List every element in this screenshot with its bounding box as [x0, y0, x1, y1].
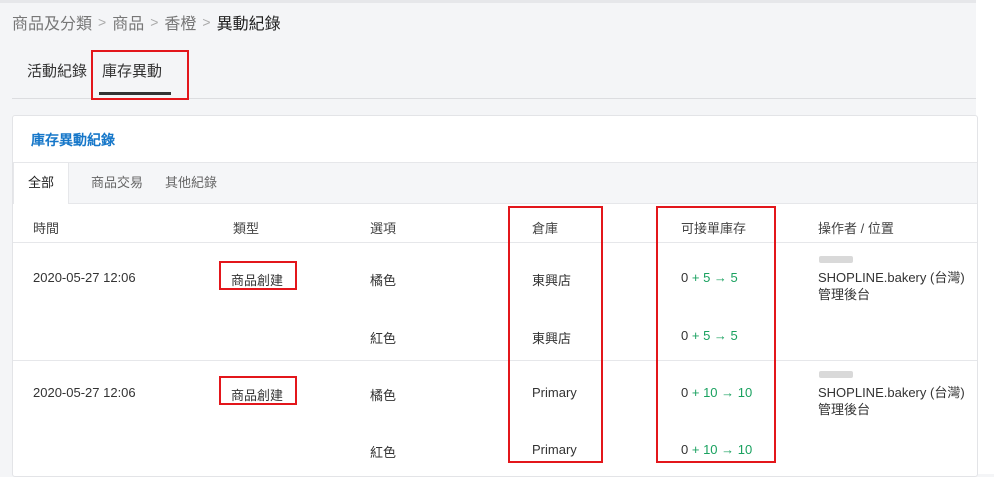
row2-stock-delta: + 5 → 5: [691, 328, 738, 343]
row1-option: 橘色: [370, 273, 397, 288]
active-tab-underline: [99, 92, 171, 95]
row3-time: 2020-05-27 12:06: [33, 385, 136, 400]
header-type: 類型: [233, 221, 260, 236]
row3-operator-avatar-blurred: [819, 371, 853, 378]
row1-operator-name: SHOPLINE.bakery (台灣): [818, 270, 965, 285]
row4-option: 紅色: [370, 445, 397, 460]
row3-stock-base: 0: [681, 385, 689, 400]
breadcrumb-products[interactable]: 商品: [112, 10, 144, 34]
breadcrumb-separator: >: [150, 14, 159, 30]
row2-stock: 0 + 5 → 5: [681, 328, 738, 343]
row4-warehouse: Primary: [532, 442, 577, 457]
inventory-log-card: 庫存異動紀錄 全部 商品交易 其他紀錄 時間 類型 選項 倉庫 可接單庫存 操作…: [12, 115, 978, 477]
row1-warehouse: 東興店: [532, 273, 572, 288]
breadcrumb: 商品及分類 > 商品 > 香橙 > 異動紀錄: [12, 8, 281, 36]
row4-stock-base: 0: [681, 442, 689, 457]
row1-stock-base: 0: [681, 270, 689, 285]
breadcrumb-product-orange[interactable]: 香橙: [164, 10, 196, 34]
row2-stock-base: 0: [681, 328, 689, 343]
row2-warehouse: 東興店: [532, 331, 572, 346]
subtab-others[interactable]: 其他紀錄: [151, 163, 231, 203]
subtab-bar: 全部 商品交易 其他紀錄: [13, 162, 977, 204]
top-tab-bar: 活動紀錄 庫存異動: [12, 46, 976, 99]
row3-operator-name: SHOPLINE.bakery (台灣): [818, 385, 965, 400]
window-top-edge: [0, 0, 994, 3]
header-option: 選項: [370, 221, 397, 236]
row3-stock-delta: + 10 → 10: [691, 385, 753, 400]
row2-option: 紅色: [370, 331, 397, 346]
header-warehouse: 倉庫: [532, 221, 559, 236]
breadcrumb-categories[interactable]: 商品及分類: [12, 10, 92, 34]
breadcrumb-separator: >: [98, 14, 107, 30]
card-title: 庫存異動紀錄: [31, 132, 115, 148]
breadcrumb-current: 異動紀錄: [216, 16, 281, 33]
breadcrumb-separator: >: [202, 14, 211, 30]
row1-operator-avatar-blurred: [819, 256, 853, 263]
row1-type: 商品創建: [231, 273, 284, 288]
row3-operator-location: 管理後台: [818, 402, 871, 417]
row1-time: 2020-05-27 12:06: [33, 270, 136, 285]
row4-stock-delta: + 10 → 10: [691, 442, 753, 457]
tab-activity-log[interactable]: 活動紀錄: [27, 60, 87, 81]
header-time: 時間: [33, 221, 60, 236]
header-operator: 操作者 / 位置: [818, 221, 894, 236]
row1-stock-delta: + 5 → 5: [691, 270, 738, 285]
tab-inventory-change[interactable]: 庫存異動: [102, 60, 162, 81]
row3-warehouse: Primary: [532, 385, 577, 400]
row4-stock: 0 + 10 → 10: [681, 442, 752, 457]
row1-stock: 0 + 5 → 5: [681, 270, 738, 285]
subtab-all[interactable]: 全部: [13, 163, 70, 204]
header-stock: 可接單庫存: [681, 221, 747, 236]
row1-operator-location: 管理後台: [818, 287, 871, 302]
row-divider: [13, 360, 977, 361]
window-right-edge: [976, 0, 994, 474]
header-divider: [13, 242, 977, 243]
row3-stock: 0 + 10 → 10: [681, 385, 752, 400]
row3-type: 商品創建: [231, 388, 284, 403]
subtab-transactions[interactable]: 商品交易: [77, 163, 157, 203]
row3-option: 橘色: [370, 388, 397, 403]
